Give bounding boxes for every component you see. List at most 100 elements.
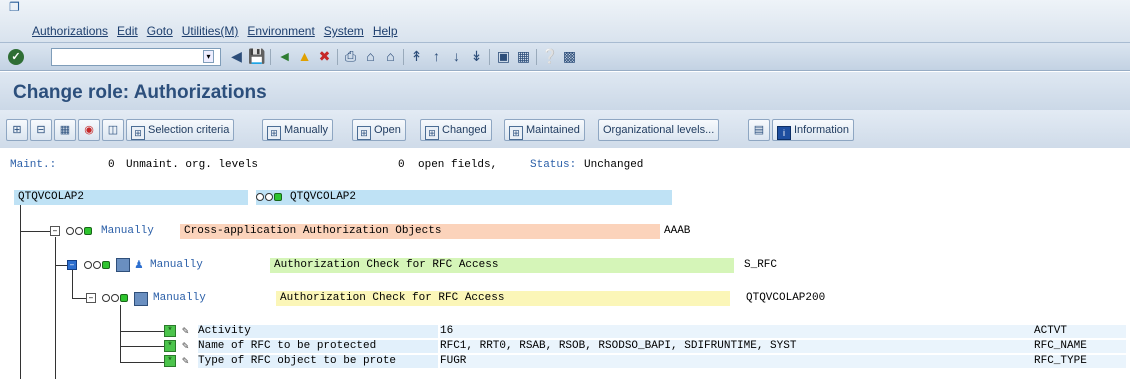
- field-name: ACTVT: [1034, 325, 1068, 337]
- maintained-button[interactable]: ⊞ Maintained: [504, 119, 585, 141]
- tree-line: [72, 298, 86, 299]
- print-icon[interactable]: ⎙: [342, 48, 359, 65]
- tree-line: [72, 270, 73, 298]
- status-icon[interactable]: ◉: [78, 119, 100, 141]
- collapse-object-icon[interactable]: –: [67, 260, 77, 270]
- find-next-icon[interactable]: ⌂: [382, 48, 399, 65]
- tree-line: [120, 331, 164, 332]
- command-history-icon[interactable]: ▾: [203, 50, 214, 63]
- create-session-icon[interactable]: ▣: [495, 48, 512, 65]
- information-label: Information: [794, 124, 850, 136]
- field-value[interactable]: 16: [440, 325, 453, 337]
- manually-button[interactable]: ⊞ Manually: [262, 119, 334, 141]
- auth-code: QTQVCOLAP200: [746, 292, 826, 304]
- status-symbol-icon[interactable]: [116, 258, 130, 272]
- selection-icon: ⊞: [131, 126, 145, 140]
- first-page-icon[interactable]: ↟: [408, 48, 425, 65]
- information-button[interactable]: i Information: [772, 119, 855, 141]
- field-label: Type of RFC object to be prote: [198, 355, 397, 367]
- maintained-icon: ⊞: [509, 126, 523, 140]
- field-status-icon[interactable]: *: [164, 355, 176, 367]
- root-name[interactable]: QTQVCOLAP2: [18, 191, 84, 203]
- back-icon[interactable]: ◄: [276, 48, 293, 65]
- toolbar-separator: [489, 49, 490, 65]
- save-icon[interactable]: 💾: [248, 48, 265, 65]
- collapse-auth-icon[interactable]: –: [86, 293, 96, 303]
- field-value-bg: [440, 325, 1126, 338]
- command-field[interactable]: [51, 48, 221, 66]
- manually-label: Manually: [284, 124, 329, 136]
- field-label: Activity: [198, 325, 251, 337]
- field-status-icon[interactable]: *: [164, 325, 176, 337]
- menu-items: Authorizations Edit Goto Utilities(M) En…: [32, 24, 407, 38]
- save-profile-icon[interactable]: ▦: [54, 119, 76, 141]
- system-menu-icon[interactable]: ❐: [9, 1, 22, 14]
- root-profile: QTQVCOLAP2: [290, 191, 357, 203]
- cancel-icon[interactable]: ✖: [316, 48, 333, 65]
- collapse-class-icon[interactable]: –: [50, 226, 60, 236]
- expand-all-icon[interactable]: ⊞: [6, 119, 28, 141]
- layout-menu-icon[interactable]: ▩: [561, 48, 578, 65]
- status-symbol-icon[interactable]: [134, 292, 148, 306]
- unmaint-text: Unmaint. org. levels: [126, 159, 259, 171]
- menu-help[interactable]: Help: [373, 24, 398, 38]
- menu-authorizations[interactable]: Authorizations: [32, 24, 108, 38]
- object-mode[interactable]: Manually: [150, 259, 203, 271]
- enter-icon[interactable]: ✓: [8, 49, 24, 65]
- auth-mode[interactable]: Manually: [153, 292, 206, 304]
- technical-names-icon[interactable]: ▤: [748, 119, 770, 141]
- object-code: S_RFC: [744, 259, 778, 271]
- manually-icon: ⊞: [267, 126, 281, 140]
- changed-button[interactable]: ⊞ Changed: [420, 119, 492, 141]
- selection-criteria-button[interactable]: ⊞ Selection criteria: [126, 119, 235, 141]
- delete-icon[interactable]: ◫: [102, 119, 124, 141]
- next-page-icon[interactable]: ↓: [448, 48, 465, 65]
- menu-goto[interactable]: Goto: [147, 24, 173, 38]
- collapse-all-icon[interactable]: ⊟: [30, 119, 52, 141]
- info-icon: i: [777, 126, 791, 140]
- pencil-icon[interactable]: ✎: [182, 354, 189, 368]
- field-value[interactable]: RFC1, RRT0, RSAB, RSOB, RSODSO_BAPI, SDI…: [440, 340, 796, 352]
- tree-line: [20, 231, 50, 232]
- menu-utilities[interactable]: Utilities(M): [182, 24, 239, 38]
- last-page-icon[interactable]: ↡: [468, 48, 485, 65]
- help-icon[interactable]: ❔: [541, 48, 558, 65]
- toolbar-separator: [337, 49, 338, 65]
- field-label: Name of RFC to be protected: [198, 340, 377, 352]
- back-arrow-icon[interactable]: ◀: [228, 48, 245, 65]
- field-value[interactable]: FUGR: [440, 355, 466, 367]
- org-levels-button[interactable]: Organizational levels...: [598, 119, 720, 141]
- auth-text: Authorization Check for RFC Access: [280, 292, 505, 304]
- traffic-light-icon: [66, 227, 93, 239]
- menu-system[interactable]: System: [324, 24, 364, 38]
- class-mode[interactable]: Manually: [101, 225, 154, 237]
- changed-icon: ⊞: [425, 126, 439, 140]
- menu-edit[interactable]: Edit: [117, 24, 138, 38]
- status-label: Status:: [530, 159, 577, 171]
- exit-icon[interactable]: ▲: [296, 48, 313, 65]
- open-text: open fields,: [418, 159, 498, 171]
- field-status-icon[interactable]: *: [164, 340, 176, 352]
- field-value-bg: [440, 355, 1126, 368]
- field-name: RFC_NAME: [1034, 340, 1087, 352]
- find-icon[interactable]: ⌂: [362, 48, 379, 65]
- toolbar-separator: [536, 49, 537, 65]
- object-text: Authorization Check for RFC Access: [274, 259, 499, 271]
- traffic-light-icon: [256, 193, 283, 205]
- changed-label: Changed: [442, 124, 487, 136]
- open-button[interactable]: ⊞ Open: [352, 119, 406, 141]
- traffic-light-icon: [102, 294, 129, 306]
- maint-label: Maint.:: [10, 159, 57, 171]
- person-icon[interactable]: ♟: [135, 257, 143, 272]
- toolbar-separator: [403, 49, 404, 65]
- open-count: 0: [398, 159, 405, 171]
- menu-bar: ❐ Authorizations Edit Goto Utilities(M) …: [0, 0, 1130, 42]
- pencil-icon[interactable]: ✎: [182, 339, 189, 353]
- pencil-icon[interactable]: ✎: [182, 324, 189, 338]
- tree-line: [120, 346, 164, 347]
- previous-page-icon[interactable]: ↑: [428, 48, 445, 65]
- menu-environment[interactable]: Environment: [247, 24, 314, 38]
- shortcut-icon[interactable]: ▦: [515, 48, 532, 65]
- selection-criteria-label: Selection criteria: [148, 124, 230, 136]
- toolbar-separator: [270, 49, 271, 65]
